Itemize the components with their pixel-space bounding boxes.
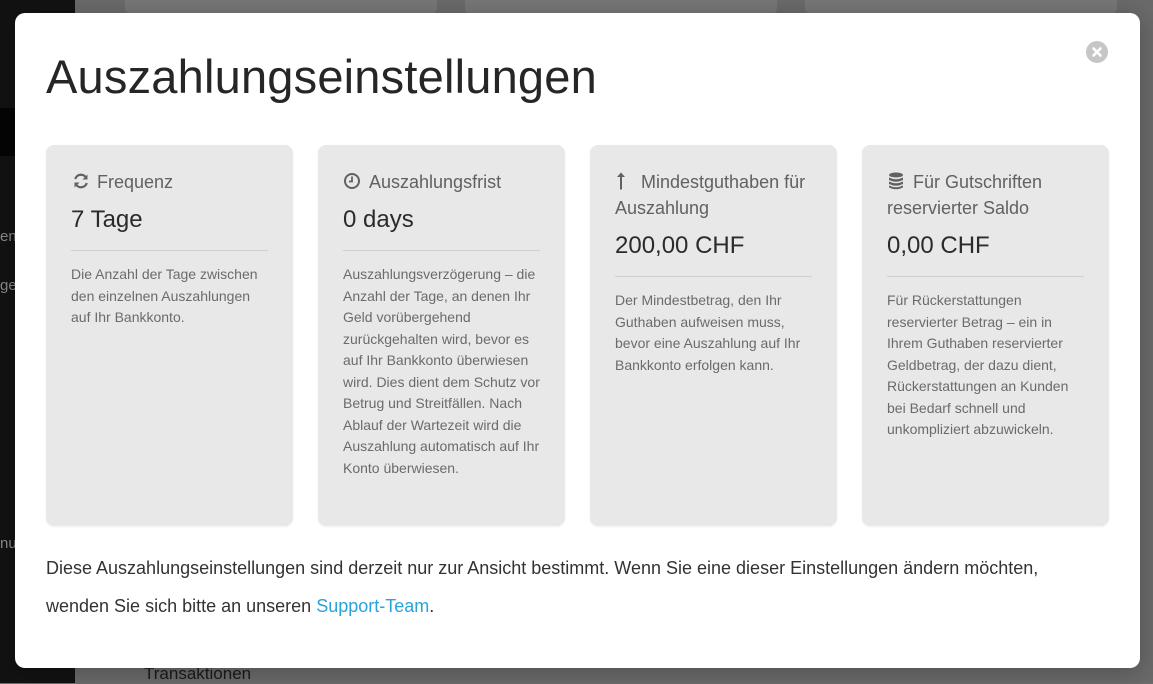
settings-cards: Frequenz 7 Tage Die Anzahl der Tage zwis… — [46, 145, 1110, 526]
modal-title: Auszahlungseinstellungen — [46, 50, 597, 103]
card-description: Für Rückerstattungen reservierter Betrag… — [887, 292, 1069, 437]
card-frequency: Frequenz 7 Tage Die Anzahl der Tage zwis… — [46, 145, 293, 526]
card-title: Mindestguthaben für Auszahlung — [615, 172, 806, 218]
refresh-icon — [74, 173, 88, 189]
footer-note-text: Diese Auszahlungseinstellungen sind derz… — [46, 558, 1039, 616]
card-title: Für Gutschriften reservierter Saldo — [887, 172, 1043, 218]
card-minimum-balance: Mindestguthaben für Auszahlung 200,00 CH… — [590, 145, 837, 526]
card-reserved-balance: Für Gutschriften reservierter Saldo 0,00… — [862, 145, 1109, 526]
card-header: Auszahlungsfrist — [343, 169, 540, 195]
arrow-up-icon — [617, 172, 625, 190]
card-divider — [887, 276, 1084, 277]
card-value: 0,00 CHF — [887, 232, 990, 259]
card-value: 200,00 CHF — [615, 232, 745, 259]
close-circle-icon — [1092, 47, 1102, 57]
card-divider — [615, 276, 812, 277]
close-button[interactable] — [1086, 41, 1108, 63]
card-description: Der Mindestbetrag, den Ihr Guthaben aufw… — [615, 292, 801, 373]
footer-note: Diese Auszahlungseinstellungen sind derz… — [46, 549, 1106, 625]
card-payout-delay: Auszahlungsfrist 0 days Auszahlungsverzö… — [318, 145, 565, 526]
payout-settings-modal: Auszahlungseinstellungen Frequenz 7 Tage… — [15, 13, 1140, 668]
card-header: Mindestguthaben für Auszahlung — [615, 169, 812, 221]
card-description: Die Anzahl der Tage zwischen den einzeln… — [71, 266, 258, 325]
footer-note-end: . — [429, 596, 435, 616]
card-header: Frequenz — [71, 169, 268, 195]
clock-icon — [344, 173, 360, 189]
database-icon — [889, 172, 903, 190]
card-title: Auszahlungsfrist — [369, 172, 502, 192]
card-description: Auszahlungsverzögerung – die Anzahl der … — [343, 266, 540, 476]
card-title: Frequenz — [97, 172, 174, 192]
card-divider — [343, 250, 540, 251]
background-card — [465, 0, 777, 14]
background-card — [125, 0, 437, 14]
card-value: 7 Tage — [71, 206, 143, 233]
support-team-link[interactable]: Support-Team — [316, 596, 429, 616]
card-header: Für Gutschriften reservierter Saldo — [887, 169, 1084, 221]
card-divider — [71, 250, 268, 251]
background-card — [805, 0, 1117, 14]
card-value: 0 days — [343, 206, 414, 233]
